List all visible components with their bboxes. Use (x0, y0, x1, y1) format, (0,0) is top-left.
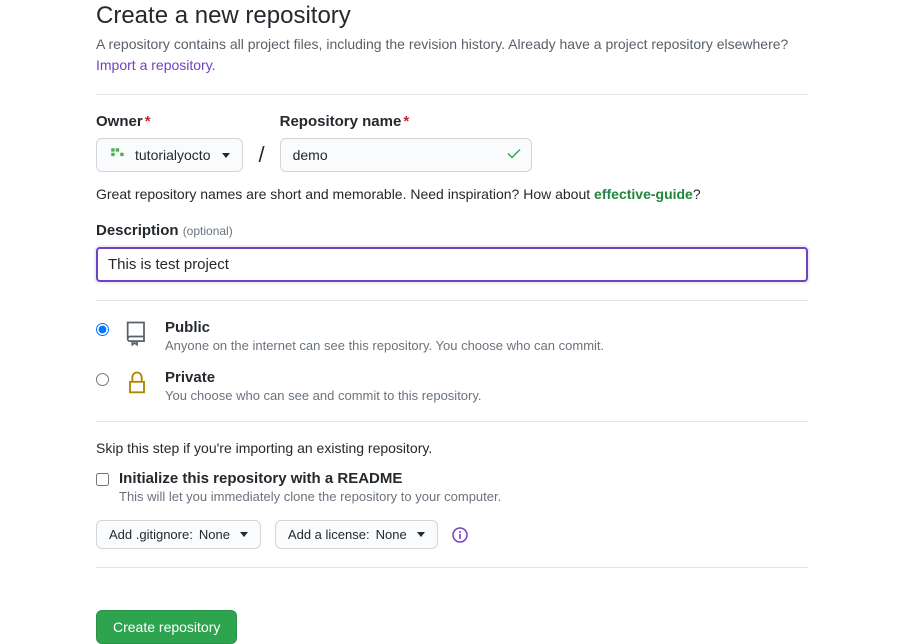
gitignore-dropdown[interactable]: Add .gitignore: None (96, 520, 261, 549)
description-label: Description (optional) (96, 222, 808, 239)
readme-label: Initialize this repository with a README (119, 470, 501, 487)
license-dropdown[interactable]: Add a license: None (275, 520, 438, 549)
repo-name-label: Repository name* (280, 113, 532, 130)
divider (96, 300, 808, 301)
private-title: Private (165, 369, 482, 386)
lock-icon (123, 369, 151, 397)
caret-down-icon (240, 532, 248, 537)
import-repo-link[interactable]: Import a repository. (96, 57, 216, 73)
required-asterisk: * (145, 113, 151, 130)
divider (96, 94, 808, 95)
divider (96, 421, 808, 422)
name-suggestion[interactable]: effective-guide (594, 186, 693, 202)
private-radio[interactable] (96, 373, 109, 386)
visibility-public-option[interactable]: Public Anyone on the internet can see th… (96, 319, 808, 353)
page-title: Create a new repository (96, 2, 808, 30)
owner-selected: tutorialyocto (135, 147, 210, 163)
info-icon[interactable] (452, 527, 468, 543)
owner-avatar-icon (109, 146, 127, 164)
public-radio[interactable] (96, 323, 109, 336)
slash-separator: / (251, 134, 271, 172)
description-input[interactable] (96, 247, 808, 282)
create-repository-button[interactable]: Create repository (96, 610, 237, 644)
public-title: Public (165, 319, 604, 336)
repo-icon (123, 319, 151, 347)
optional-label: (optional) (183, 224, 233, 238)
owner-dropdown[interactable]: tutorialyocto (96, 138, 243, 172)
public-desc: Anyone on the internet can see this repo… (165, 338, 604, 353)
repo-name-input[interactable] (280, 138, 532, 172)
caret-down-icon (222, 153, 230, 158)
page-subtitle: A repository contains all project files,… (96, 34, 808, 76)
owner-label: Owner* (96, 113, 243, 130)
private-desc: You choose who can see and commit to thi… (165, 388, 482, 403)
readme-checkbox[interactable] (96, 473, 109, 486)
visibility-private-option[interactable]: Private You choose who can see and commi… (96, 369, 808, 403)
readme-desc: This will let you immediately clone the … (119, 489, 501, 504)
check-icon (506, 146, 522, 165)
skip-hint: Skip this step if you're importing an ex… (96, 440, 808, 456)
divider (96, 567, 808, 568)
name-hint: Great repository names are short and mem… (96, 186, 808, 202)
required-asterisk: * (403, 113, 409, 130)
caret-down-icon (417, 532, 425, 537)
